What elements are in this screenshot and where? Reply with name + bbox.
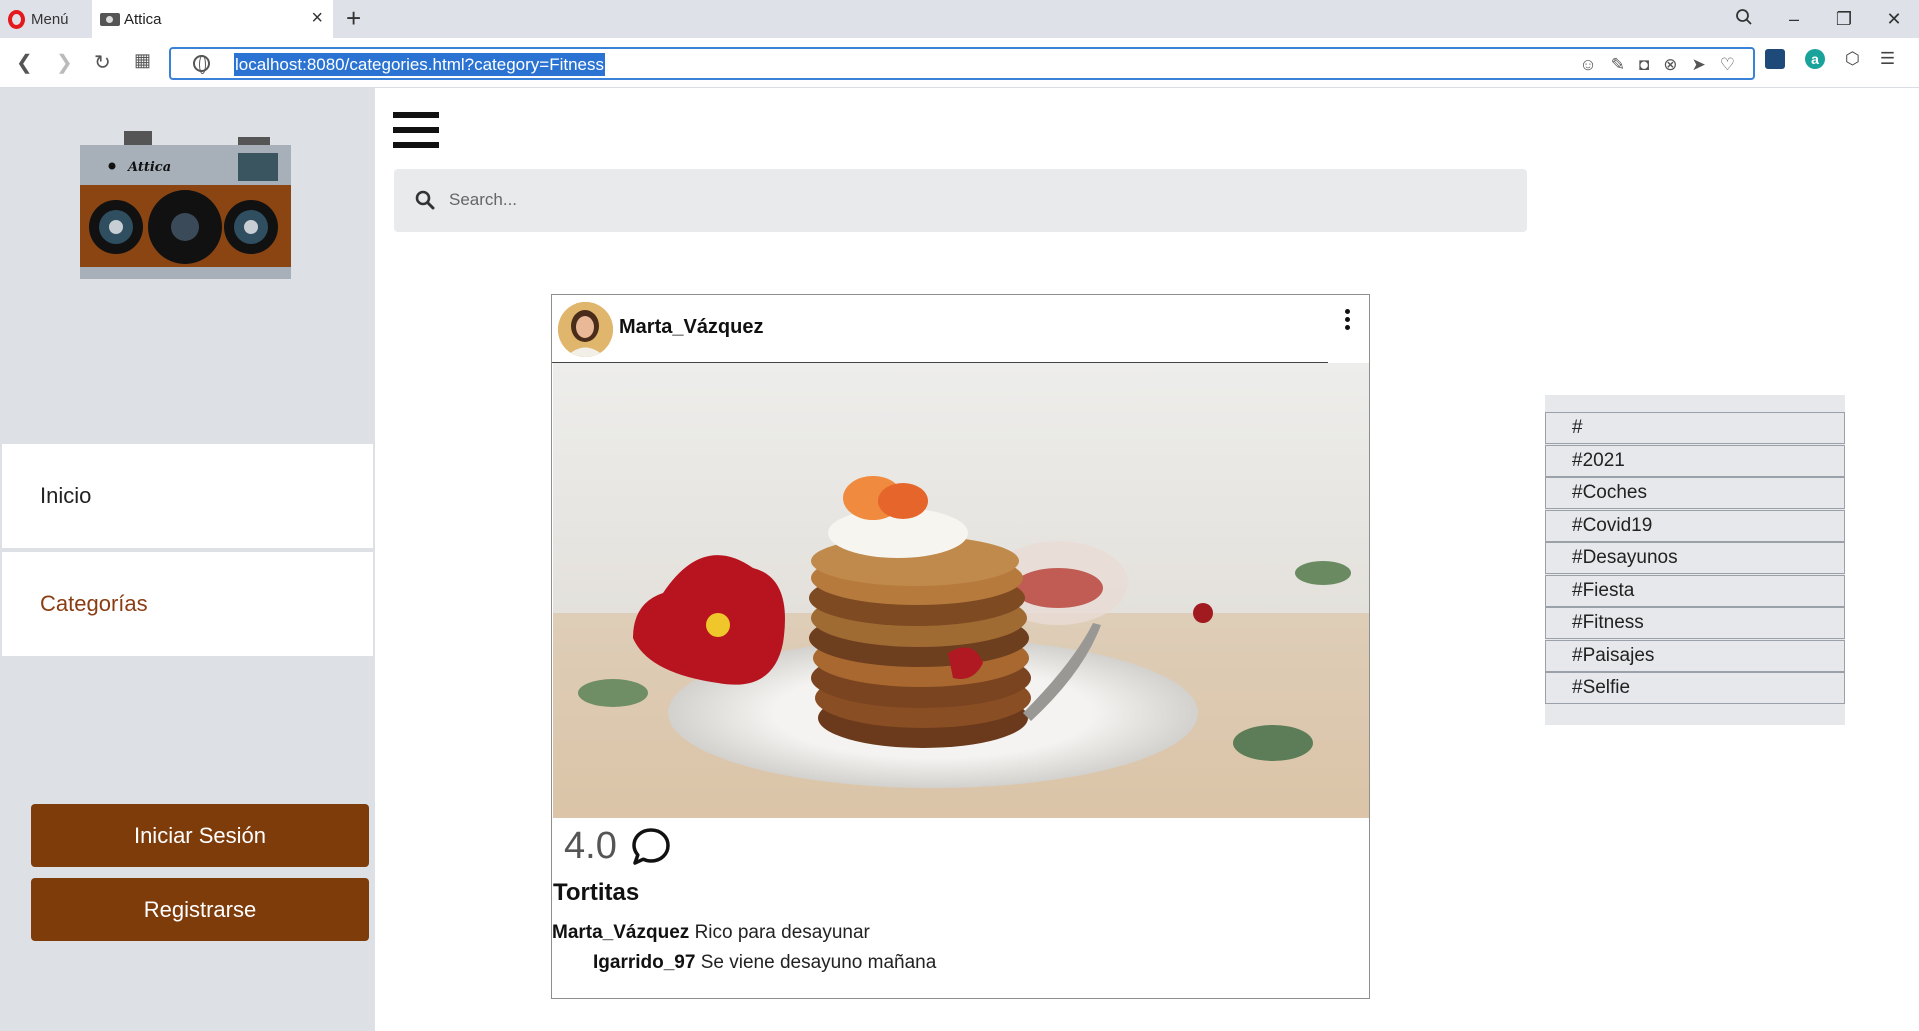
hashtag-item[interactable]: #Desayunos: [1545, 542, 1845, 574]
url-field[interactable]: localhost:8080/categories.html?category=…: [169, 47, 1755, 80]
nav-categorias[interactable]: Categorías: [2, 552, 373, 656]
extension-cube-icon[interactable]: ⬡: [1845, 49, 1860, 69]
extension-square-icon[interactable]: [1765, 49, 1785, 69]
edit-icon[interactable]: ✎: [1611, 55, 1625, 75]
browser-search-icon[interactable]: [1719, 8, 1769, 31]
caption-author[interactable]: Marta_Vázquez: [552, 922, 689, 943]
post-rating: 4.0: [564, 825, 617, 867]
reload-icon[interactable]: ↻: [94, 50, 111, 75]
back-icon[interactable]: ❮: [16, 50, 33, 75]
comment-author[interactable]: Igarrido_97: [593, 952, 695, 973]
forward-icon[interactable]: ❯: [56, 50, 73, 75]
search-icon: [415, 190, 435, 210]
new-tab-icon[interactable]: +: [346, 4, 361, 32]
tab-close-icon[interactable]: ×: [311, 8, 323, 28]
close-window-icon[interactable]: ✕: [1869, 9, 1919, 30]
extensions: a ⬡ ☰: [1765, 49, 1895, 69]
window-controls: – ❐ ✕: [1719, 0, 1919, 38]
hamburger-menu-icon[interactable]: [393, 112, 439, 148]
snapshot-icon[interactable]: ◘: [1639, 55, 1649, 75]
tab-title: Attica: [124, 10, 162, 28]
hashtag-item[interactable]: #Covid19: [1545, 509, 1845, 542]
hashtag-item[interactable]: #Paisajes: [1545, 639, 1845, 672]
restore-icon[interactable]: ❐: [1819, 9, 1869, 30]
post-card: Marta_Vázquez 4.0 Tortitas Marta_Vázquez…: [551, 294, 1370, 999]
hashtag-item[interactable]: #Coches: [1545, 477, 1845, 509]
camera-favicon-icon: [100, 12, 120, 26]
sidebar: Attica Inicio Categorías Iniciar Sesión …: [0, 88, 375, 1031]
attica-camera-logo[interactable]: Attica: [78, 131, 293, 281]
more-options-icon[interactable]: [1345, 309, 1351, 333]
extension-a-icon[interactable]: a: [1805, 49, 1825, 69]
hashtag-list: # #2021 #Coches #Covid19 #Desayunos #Fie…: [1545, 395, 1845, 725]
hashtag-item[interactable]: #Selfie: [1545, 672, 1845, 704]
post-title: Tortitas: [553, 879, 640, 906]
hashtag-item[interactable]: #Fitness: [1545, 607, 1845, 639]
post-header: Marta_Vázquez: [552, 295, 1369, 363]
minimize-icon[interactable]: –: [1769, 9, 1819, 30]
browser-tab-active[interactable]: Attica ×: [92, 0, 333, 38]
easy-setup-icon[interactable]: ☰: [1880, 49, 1895, 69]
nav-inicio[interactable]: Inicio: [2, 444, 373, 548]
post-photo[interactable]: [553, 363, 1369, 818]
url-text[interactable]: localhost:8080/categories.html?category=…: [234, 53, 606, 76]
caption-text: Rico para desayunar: [694, 922, 870, 943]
register-button[interactable]: Registrarse: [31, 878, 369, 941]
emoji-icon[interactable]: ☺: [1579, 55, 1596, 75]
post-comment: Igarrido_97 Se viene desayuno mañana: [593, 952, 936, 974]
hashtag-item[interactable]: #: [1545, 412, 1845, 444]
block-icon[interactable]: ⊗: [1663, 55, 1677, 75]
heart-icon[interactable]: ♡: [1720, 55, 1735, 75]
hashtag-item[interactable]: #Fiesta: [1545, 574, 1845, 607]
browser-tab-bar: Menú Attica × + – ❐ ✕: [0, 0, 1919, 38]
post-caption: Marta_Vázquez Rico para desayunar: [552, 922, 870, 944]
search-bar: [394, 169, 1527, 232]
speed-dial-icon[interactable]: ▦: [134, 50, 151, 71]
avatar[interactable]: [558, 302, 613, 357]
globe-icon: [193, 55, 210, 74]
opera-logo-icon: [8, 9, 25, 29]
login-button[interactable]: Iniciar Sesión: [31, 804, 369, 867]
logo-text: Attica: [126, 160, 171, 175]
comment-text: Se viene desayuno mañana: [700, 952, 937, 973]
post-username[interactable]: Marta_Vázquez: [619, 316, 764, 339]
browser-menu-label: Menú: [31, 10, 69, 28]
browser-menu-button[interactable]: Menú: [8, 8, 69, 30]
url-actions: ☺ ✎ ◘ ⊗ ➤ ♡: [1579, 55, 1735, 75]
search-input[interactable]: [449, 183, 1499, 217]
comment-icon[interactable]: [630, 826, 672, 868]
send-icon[interactable]: ➤: [1692, 55, 1706, 75]
address-bar: ❮ ❯ ↻ ▦ localhost:8080/categories.html?c…: [0, 38, 1919, 88]
hashtag-item[interactable]: #2021: [1545, 444, 1845, 477]
